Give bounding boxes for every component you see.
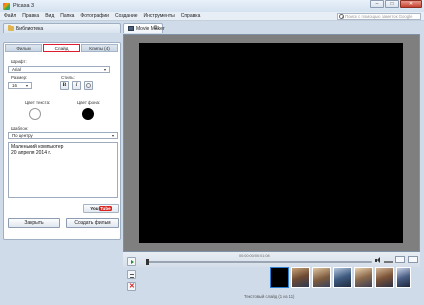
slide-thumbnail[interactable] [375,267,394,288]
time-display: 00:00:00/00:01:08 [239,254,270,258]
seek-thumb[interactable] [146,259,149,265]
preview-size-button[interactable] [395,256,405,263]
chevron-down-icon [111,134,116,138]
bg-color-swatch[interactable] [82,108,94,120]
window-title: Picasa 3 [13,3,35,9]
slide-thumbnail[interactable] [396,267,411,288]
picasa-app-icon [3,2,10,10]
tab-movie[interactable]: Фильм [5,44,42,52]
font-value: Arial [12,67,21,72]
create-movie-button[interactable]: Создать фильм [66,218,119,228]
seek-bar[interactable] [147,261,372,263]
slide-thumbnail[interactable] [354,267,373,288]
tab-slide[interactable]: Слайд [43,44,80,52]
size-value: 16 [12,83,17,88]
chevron-down-icon [25,84,30,88]
tab-library[interactable]: Библиотека [3,23,121,33]
menu-file[interactable]: Файл [0,13,19,19]
text-color-label: Цвет текста: [25,100,51,105]
menu-tools[interactable]: Инструменты [141,13,178,19]
outline-icon [86,83,91,88]
menu-folder[interactable]: Папка [57,13,77,19]
maximize-button[interactable]: □ [385,0,399,8]
bold-button[interactable]: B [60,81,69,90]
template-dropdown[interactable]: По центру [8,132,118,139]
tab-clips[interactable]: Клипы (4) [81,44,118,52]
font-dropdown[interactable]: Arial [8,66,110,73]
slide-info: Текстовый слайд (1 из 11) [244,294,295,299]
youtube-logo-you: You [90,206,99,211]
add-text-slide-button[interactable] [127,270,136,279]
style-label: Стиль: [61,75,75,80]
delete-icon: ✕ [129,283,135,290]
size-dropdown[interactable]: 16 [8,82,32,89]
template-label: Шаблон: [11,126,29,131]
menu-view[interactable]: Вид [42,13,57,19]
volume-slider[interactable] [384,261,393,263]
search-placeholder: Поиск с помощью заметок Google [345,14,413,19]
youtube-upload-button[interactable]: You Tube [83,204,119,213]
title-bar: Picasa 3 – □ ✕ [0,0,424,12]
fullscreen-button[interactable] [408,256,418,263]
menu-photos[interactable]: Фотографии [77,13,112,19]
close-button[interactable]: Закрыть [8,218,60,228]
minimize-button[interactable]: – [370,0,384,8]
slide-preview [139,43,403,243]
menu-help[interactable]: Справка [178,13,204,19]
play-button[interactable] [127,257,136,266]
slide-thumbnail[interactable] [291,267,310,288]
timeline-strip: ✕ Текстовый слайд (1 из 11) [123,267,420,302]
text-color-swatch[interactable] [29,108,41,120]
italic-button[interactable]: I [72,81,81,90]
slide-thumbnail[interactable] [270,267,289,288]
window-controls: – □ ✕ [369,0,422,8]
menu-create[interactable]: Создание [112,13,141,19]
slide-text-input[interactable]: Маленький компьютер 20 апреля 2014 г. [8,142,118,198]
preview-area [123,34,420,252]
menu-bar: Файл Правка Вид Папка Фотографии Создани… [0,12,424,21]
detach-tab-icon[interactable]: ⧉ [154,25,421,31]
bg-color-label: Цвет фона: [77,100,101,105]
chevron-down-icon [103,68,108,72]
font-label: Шрифт: [11,59,27,64]
size-label: Размер: [11,75,28,80]
search-icon [338,14,345,20]
outline-button[interactable] [84,81,93,90]
playback-controls: 00:00:00/00:01:08 [123,252,420,267]
youtube-logo-tube: Tube [99,206,112,211]
folder-icon [8,25,14,31]
menu-edit[interactable]: Правка [19,13,42,19]
close-window-button[interactable]: ✕ [400,0,422,8]
panel-tabs: Фильм Слайд Клипы (4) [5,44,119,52]
search-input[interactable]: Поиск с помощью заметок Google [337,13,421,20]
youtube-logo: You Tube [90,206,112,211]
delete-slide-button[interactable]: ✕ [127,282,136,291]
slide-thumbnail[interactable] [333,267,352,288]
slide-thumbnail[interactable] [312,267,331,288]
document-tabs: Библиотека Movie Maker ⧉ [0,21,424,34]
film-icon [128,26,134,31]
volume-icon[interactable] [375,257,383,264]
template-value: По центру [12,133,33,138]
tab-library-label: Библиотека [16,25,44,32]
slide-thumbnails [270,267,420,288]
